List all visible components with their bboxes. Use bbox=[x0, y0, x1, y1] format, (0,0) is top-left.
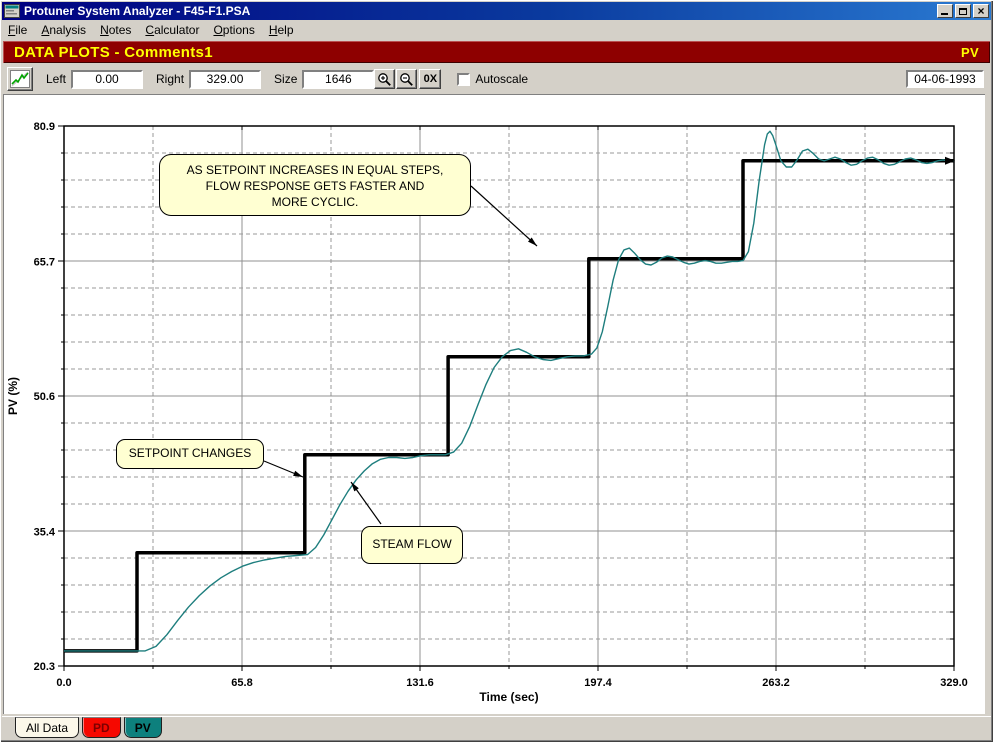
annotation-note: AS SETPOINT INCREASES IN EQUAL STEPS, FL… bbox=[159, 154, 471, 216]
plot-style-button[interactable] bbox=[7, 67, 33, 91]
magnifier-minus-icon bbox=[399, 72, 414, 87]
menu-help[interactable]: Help bbox=[263, 22, 302, 39]
svg-text:80.9: 80.9 bbox=[34, 121, 55, 133]
right-label: Right bbox=[156, 72, 184, 86]
tab-label: All Data bbox=[26, 721, 68, 735]
svg-text:65.8: 65.8 bbox=[231, 677, 252, 689]
app-icon bbox=[4, 4, 20, 18]
svg-text:PV (%): PV (%) bbox=[6, 377, 20, 415]
svg-text:131.6: 131.6 bbox=[406, 677, 434, 689]
autoscale-label: Autoscale bbox=[475, 72, 528, 86]
svg-text:197.4: 197.4 bbox=[584, 677, 612, 689]
right-input[interactable] bbox=[189, 70, 261, 89]
svg-text:50.6: 50.6 bbox=[34, 391, 55, 403]
page-title: DATA PLOTS - Comments1 bbox=[14, 44, 213, 61]
window-title: Protuner System Analyzer - F45-F1.PSA bbox=[24, 4, 250, 18]
zoom-reset-button[interactable]: 0X bbox=[419, 69, 441, 89]
maximize-button[interactable] bbox=[955, 4, 971, 18]
annotation-setpoint-changes: SETPOINT CHANGES bbox=[116, 439, 264, 469]
close-icon: × bbox=[977, 6, 984, 16]
signal-label: PV bbox=[961, 45, 979, 60]
autoscale-checkbox[interactable] bbox=[457, 73, 470, 86]
annotation-note-line: FLOW RESPONSE GETS FASTER AND bbox=[160, 178, 470, 194]
menu-bar: File Analysis Notes Calculator Options H… bbox=[2, 21, 991, 39]
magnifier-plus-icon bbox=[377, 72, 392, 87]
chart-canvas[interactable]: 0.0 65.8 131.6 197.4 263.2 329.0 20.3 35.4 50.6 6… bbox=[3, 94, 985, 714]
menu-analysis[interactable]: Analysis bbox=[35, 22, 94, 39]
window-controls: × bbox=[937, 4, 989, 18]
svg-text:0.0: 0.0 bbox=[56, 677, 71, 689]
tab-label: PV bbox=[135, 721, 151, 735]
menu-options[interactable]: Options bbox=[207, 22, 262, 39]
tab-pv[interactable]: PV bbox=[124, 717, 162, 738]
size-label: Size bbox=[274, 72, 297, 86]
svg-text:Time (sec): Time (sec) bbox=[479, 690, 538, 704]
tab-label: PD bbox=[93, 721, 110, 735]
title-bar: Protuner System Analyzer - F45-F1.PSA × bbox=[2, 2, 991, 20]
zoom-out-button[interactable] bbox=[396, 69, 417, 89]
annotation-steam-flow: STEAM FLOW bbox=[361, 526, 463, 564]
tab-pd[interactable]: PD bbox=[82, 717, 121, 738]
svg-text:20.3: 20.3 bbox=[34, 661, 55, 673]
chart-panel: 0.0 65.8 131.6 197.4 263.2 329.0 20.3 35.4 50.6 6… bbox=[3, 94, 985, 714]
left-input[interactable] bbox=[71, 70, 143, 89]
tab-bar: All Data PD PV bbox=[2, 716, 991, 740]
tab-all-data[interactable]: All Data bbox=[15, 717, 79, 738]
svg-text:65.7: 65.7 bbox=[34, 256, 55, 268]
size-input[interactable] bbox=[302, 70, 374, 89]
maximize-icon bbox=[959, 8, 967, 15]
close-button[interactable]: × bbox=[973, 4, 989, 18]
plot-header: DATA PLOTS - Comments1 PV bbox=[3, 41, 990, 63]
annotation-note-line: AS SETPOINT INCREASES IN EQUAL STEPS, bbox=[160, 162, 470, 178]
menu-calculator[interactable]: Calculator bbox=[139, 22, 207, 39]
svg-text:263.2: 263.2 bbox=[762, 677, 790, 689]
menu-file[interactable]: File bbox=[2, 22, 35, 39]
annotation-label: SETPOINT CHANGES bbox=[129, 446, 251, 460]
date-field[interactable]: 04-06-1993 bbox=[906, 70, 984, 88]
minimize-icon bbox=[941, 13, 948, 15]
chart-icon bbox=[10, 70, 30, 88]
menu-notes[interactable]: Notes bbox=[94, 22, 139, 39]
svg-text:329.0: 329.0 bbox=[940, 677, 968, 689]
annotation-note-line: MORE CYCLIC. bbox=[160, 194, 470, 210]
annotation-label: STEAM FLOW bbox=[372, 537, 451, 551]
svg-text:35.4: 35.4 bbox=[34, 526, 56, 538]
app-window: Protuner System Analyzer - F45-F1.PSA × … bbox=[0, 0, 993, 742]
toolbar: Left Right Size bbox=[2, 65, 991, 93]
left-label: Left bbox=[46, 72, 66, 86]
minimize-button[interactable] bbox=[937, 4, 953, 18]
zoom-in-button[interactable] bbox=[374, 69, 395, 89]
